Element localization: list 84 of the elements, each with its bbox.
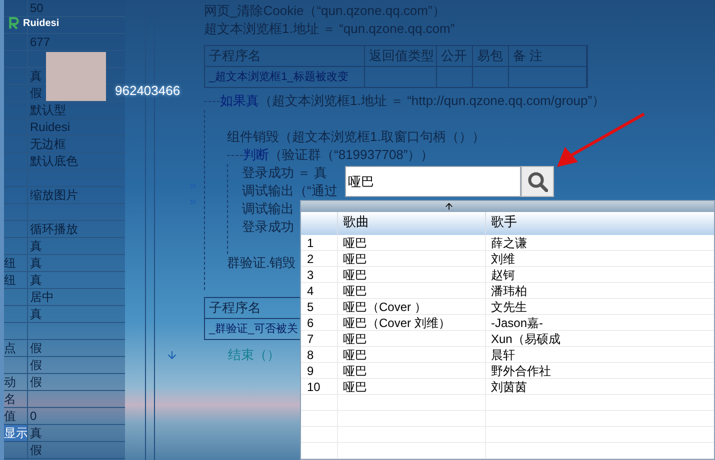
song-cell[interactable]: 哑巴 xyxy=(338,251,486,266)
row-number: 3 xyxy=(301,267,338,282)
search-button[interactable] xyxy=(521,166,554,197)
code-line: 网页_清除Cookie（“qun.qzone.qq.com”） xyxy=(204,2,446,20)
artist-cell[interactable]: Xun（易硕成 xyxy=(486,331,714,346)
column-header: 子程序名 xyxy=(205,46,365,66)
property-value: 假 xyxy=(30,358,42,372)
song-cell[interactable]: 哑巴 xyxy=(338,283,486,298)
code-line: 超文本浏览框1.地址 ＝ “qun.qzone.qq.com” xyxy=(204,20,455,38)
row-number: 1 xyxy=(301,235,338,250)
property-value: 默认型 xyxy=(30,103,66,117)
property-value: 居中 xyxy=(30,290,54,304)
search-icon xyxy=(528,172,548,192)
row-number: 5 xyxy=(301,299,338,314)
property-value: 缩放图片 xyxy=(30,188,78,202)
code-line: 登录成功 ＝ 真 xyxy=(242,164,328,182)
property-value: Ruidesi xyxy=(30,120,70,134)
property-value: 50 xyxy=(30,1,44,15)
song-cell[interactable]: 哑巴 xyxy=(338,347,486,362)
artist-cell[interactable]: 刘茵茵 xyxy=(486,379,714,394)
property-value: 默认底色 xyxy=(30,154,78,168)
code-line: 登录成功 xyxy=(242,218,294,236)
logo-icon xyxy=(8,16,20,30)
property-label[interactable]: 显示 xyxy=(4,425,27,441)
code-line: 群验证.销毁 xyxy=(227,254,296,272)
account-number: 962403466 xyxy=(115,82,180,100)
song-cell[interactable]: 哑巴 xyxy=(338,235,486,250)
artist-cell[interactable]: 晨轩 xyxy=(486,347,714,362)
search-field[interactable]: 哑巴 xyxy=(345,166,521,197)
row-number: 2 xyxy=(301,251,338,266)
property-label[interactable]: 值 xyxy=(4,408,27,424)
song-cell[interactable]: 哑巴 xyxy=(338,363,486,378)
property-value: 0 xyxy=(30,409,37,423)
column-header: 备 注 xyxy=(509,46,587,66)
property-value: 假 xyxy=(30,375,42,389)
song-cell[interactable]: 哑巴 xyxy=(338,379,486,394)
property-value: 真 xyxy=(30,256,42,270)
column-header[interactable]: 歌手 xyxy=(486,212,714,235)
property-value: 真 xyxy=(30,307,42,321)
property-value: 假 xyxy=(30,341,42,355)
artist-cell[interactable]: 野外合作社 xyxy=(486,363,714,378)
song-cell[interactable]: 哑巴（Cover 刘维） xyxy=(338,315,486,330)
code-line: 判断（验证群（“819937708”）） xyxy=(243,146,434,164)
artist-cell[interactable]: 潘玮柏 xyxy=(486,283,714,298)
logo-text: Ruidesi xyxy=(23,18,60,30)
property-value: 真 xyxy=(30,239,42,253)
artist-cell[interactable]: 文先生 xyxy=(486,299,714,314)
property-value: 真 xyxy=(30,426,42,440)
table-cell: _超文本浏览框1_标题被改变 xyxy=(205,67,365,87)
row-number: 7 xyxy=(301,331,338,346)
property-label[interactable]: 动 xyxy=(4,374,27,390)
property-value: 无边框 xyxy=(30,137,66,151)
photo-placeholder xyxy=(46,52,106,101)
song-cell[interactable]: 哑巴 xyxy=(338,267,486,282)
property-value: 真 xyxy=(30,69,42,83)
artist-cell[interactable]: 薛之谦 xyxy=(486,235,714,250)
song-cell[interactable]: 哑巴（Cover ） xyxy=(338,299,486,314)
code-line: 如果真（超文本浏览框1.地址 ＝ “http://qun.qzone.qq.com/group”） xyxy=(220,92,606,110)
property-label[interactable]: 名 xyxy=(4,391,27,407)
song-cell[interactable]: 哑巴 xyxy=(338,331,486,346)
property-value: 假 xyxy=(30,86,42,100)
column-header[interactable]: 歌曲 xyxy=(338,212,486,235)
artist-cell[interactable]: 赵钶 xyxy=(486,267,714,282)
column-header: 公开 xyxy=(437,46,473,66)
row-number: 10 xyxy=(301,379,338,394)
code-line: 结束（） xyxy=(228,346,280,364)
code-line: 组件销毁（超文本浏览框1.取窗口句柄（）） xyxy=(227,128,485,146)
property-value: 循环播放 xyxy=(30,222,78,236)
row-number: 8 xyxy=(301,347,338,362)
row-number: 6 xyxy=(301,315,338,330)
property-value: 真 xyxy=(30,273,42,287)
row-number: 4 xyxy=(301,283,338,298)
column-header: 返回值类型 xyxy=(365,46,437,66)
up-arrow-icon xyxy=(444,201,454,212)
artist-cell[interactable]: 刘维 xyxy=(486,251,714,266)
artist-cell[interactable]: -Jason嘉- xyxy=(486,315,714,330)
code-line: 调试输出 xyxy=(242,200,294,218)
down-arrow-icon xyxy=(166,349,178,361)
code-line: 调试输出（“通过 xyxy=(242,182,338,200)
property-value: 假 xyxy=(30,443,42,457)
column-header: 易包 xyxy=(473,46,509,66)
row-number: 9 xyxy=(301,363,338,378)
property-label[interactable]: 点 xyxy=(4,340,27,356)
property-value: 677 xyxy=(30,35,50,49)
